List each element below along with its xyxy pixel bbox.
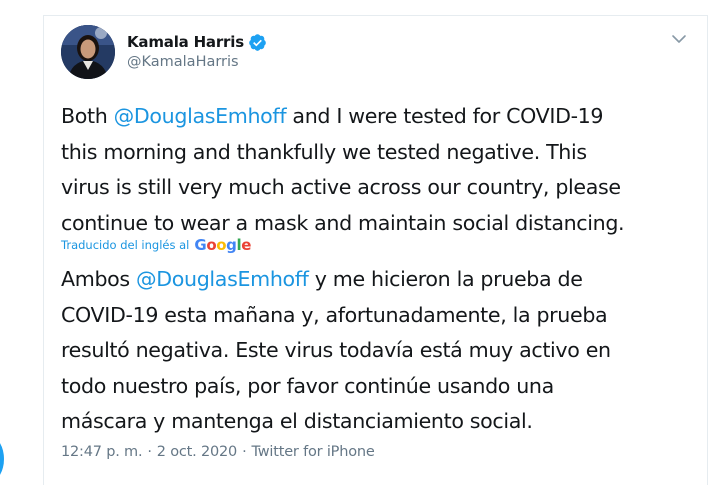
tweet-line: Both @DouglasEmhoff and I were tested fo… xyxy=(61,99,711,135)
meta-separator: · xyxy=(242,444,247,460)
mention-link[interactable]: @DouglasEmhoff xyxy=(136,267,309,291)
author-name-row[interactable]: Kamala Harris xyxy=(127,32,267,52)
translated-text: Ambos @DouglasEmhoff y me hicieron la pr… xyxy=(61,262,711,440)
chevron-down-icon[interactable] xyxy=(671,30,687,43)
translation-attribution: Traducido del inglés al Google xyxy=(61,235,251,255)
avatar-image xyxy=(61,25,115,79)
translated-text-segment: y me hicieron la prueba de xyxy=(308,267,583,291)
tweet-page: Kamala Harris @KamalaHarris Both @Dougla… xyxy=(0,0,718,495)
translated-line: todo nuestro país, por favor continúe us… xyxy=(61,373,554,398)
tweet-text-segment: Both xyxy=(61,104,114,128)
avatar[interactable] xyxy=(61,25,115,79)
tweet-text-segment: and I were tested for COVID-19 xyxy=(286,104,604,128)
google-logo: Google xyxy=(194,236,251,254)
translated-line: Ambos @DouglasEmhoff y me hicieron la pr… xyxy=(61,262,711,298)
author-name[interactable]: Kamala Harris xyxy=(127,33,244,51)
tweet-meta: 12:47 p. m. · 2 oct. 2020 · Twitter for … xyxy=(61,444,375,460)
translated-line: resultó negativa. Este virus todavía est… xyxy=(61,338,611,363)
tweet-date[interactable]: 2 oct. 2020 xyxy=(157,444,237,460)
tweet-text: Both @DouglasEmhoff and I were tested fo… xyxy=(61,99,711,241)
translation-label[interactable]: Traducido del inglés al xyxy=(61,238,189,252)
author-handle[interactable]: @KamalaHarris xyxy=(127,54,239,70)
meta-separator: · xyxy=(147,444,152,460)
translated-line: máscara y mantenga el distanciamiento so… xyxy=(61,409,533,434)
tweet-line: this morning and thankfully we tested ne… xyxy=(61,139,587,164)
mention-link[interactable]: @DouglasEmhoff xyxy=(114,104,287,128)
translated-line: COVID-19 esta mañana y, afortunadamente,… xyxy=(61,302,608,327)
tweet-source[interactable]: Twitter for iPhone xyxy=(252,444,375,460)
tweet-line: virus is still very much active across o… xyxy=(61,175,621,200)
compose-button[interactable] xyxy=(0,437,4,481)
translated-text-segment: Ambos xyxy=(61,267,136,291)
tweet-time[interactable]: 12:47 p. m. xyxy=(61,444,143,460)
verified-badge-icon xyxy=(248,33,267,52)
